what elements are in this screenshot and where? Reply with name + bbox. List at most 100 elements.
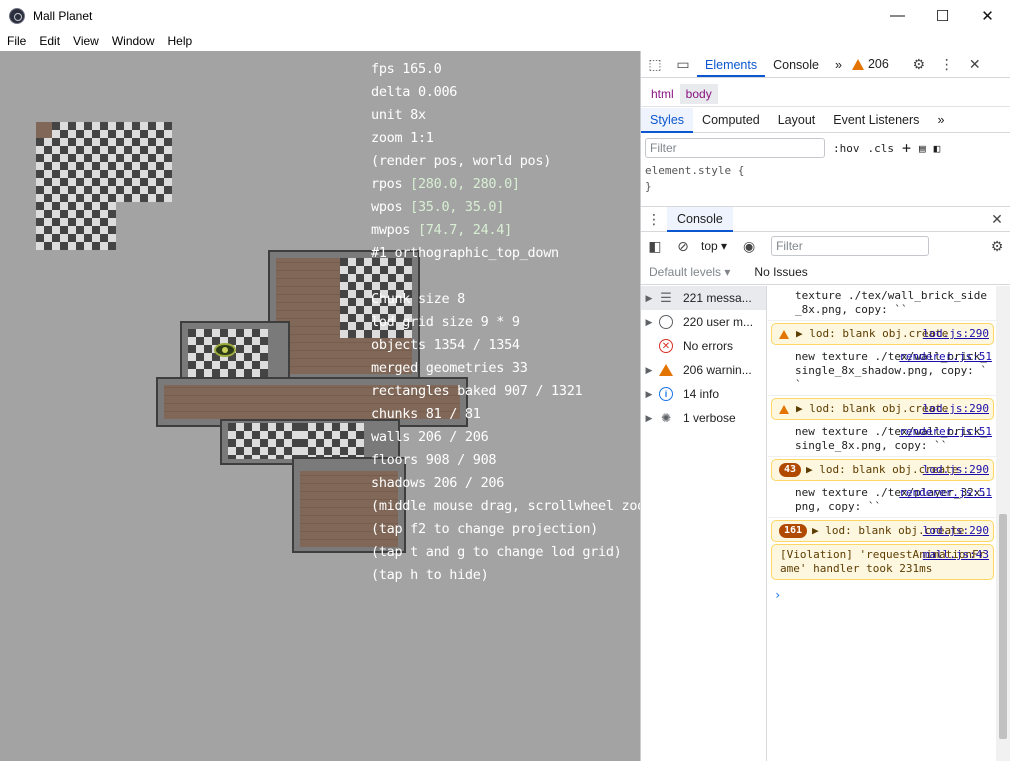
window-title: Mall Planet xyxy=(33,8,93,23)
sidebar-item[interactable]: ▶ i 14 info xyxy=(641,382,766,406)
gear-icon[interactable]: ⚙ xyxy=(983,233,1010,259)
source-link[interactable]: lod.js:290 xyxy=(923,327,989,341)
lod-chunk xyxy=(36,202,116,250)
maximize-button[interactable]: ☐ xyxy=(920,0,965,31)
bug-icon: ✺ xyxy=(660,411,672,425)
sidebar-item[interactable]: ▶ ☰ 221 messa... xyxy=(641,286,766,310)
tab-computed[interactable]: Computed xyxy=(693,108,769,133)
gear-icon[interactable]: ⚙ xyxy=(905,51,933,77)
tab-event-listeners[interactable]: Event Listeners xyxy=(824,108,928,133)
sidebar-item[interactable]: ▶ ✺ 1 verbose xyxy=(641,406,766,430)
menu-window[interactable]: Window xyxy=(105,34,161,48)
close-drawer-icon[interactable]: ✕ xyxy=(983,206,1010,232)
user-icon xyxy=(657,314,675,330)
caret-icon: ▶ xyxy=(645,364,653,375)
console-scrollbar[interactable] xyxy=(996,286,1010,761)
sidebar-item[interactable]: ✕ No errors xyxy=(641,334,766,358)
message-text: texture ./tex/wall_brick_side_8x.png, co… xyxy=(795,289,988,316)
menu-bar: File Edit View Window Help xyxy=(0,31,1010,51)
warning-icon xyxy=(779,330,789,339)
device-toggle-icon[interactable]: ▭ xyxy=(669,51,697,77)
overlay-line: (tap h to hide) xyxy=(371,567,489,583)
menu-view[interactable]: View xyxy=(66,34,105,48)
console-message[interactable]: 161 lod.js:290 ▶ lod: blank obj.create xyxy=(771,520,994,542)
error-icon: ✕ xyxy=(657,338,675,354)
source-link[interactable]: renderer.js:51 xyxy=(899,350,992,364)
overlay-line: (render pos, world pos) xyxy=(371,153,552,169)
overlay-label: wpos xyxy=(371,199,411,215)
paint-icon[interactable]: ▤ xyxy=(919,142,926,155)
sidebar-item[interactable]: ▶ 220 user m... xyxy=(641,310,766,334)
source-link[interactable]: mall.js:43 xyxy=(923,548,989,562)
overlay-line: rpos [280.0, 280.0] xyxy=(371,173,640,196)
hov-button[interactable]: :hov xyxy=(833,142,860,155)
console-message[interactable]: renderer.js:51 new texture ./tex/wall_bri… xyxy=(768,422,996,457)
close-button[interactable]: ✕ xyxy=(965,0,1010,31)
console-message[interactable]: texture ./tex/wall_brick_side_8x.png, co… xyxy=(768,286,996,321)
inspect-icon[interactable]: ⬚ xyxy=(641,51,669,77)
title-bar: Mall Planet — ☐ ✕ xyxy=(0,0,1010,31)
tab-styles[interactable]: Styles xyxy=(641,107,694,133)
drawer-header: ⋮ Console ✕ xyxy=(641,206,1010,232)
scrollbar-thumb[interactable] xyxy=(999,514,1007,739)
menu-edit[interactable]: Edit xyxy=(32,34,66,48)
menu-help[interactable]: Help xyxy=(161,34,199,48)
source-link[interactable]: lod.js:290 xyxy=(923,402,989,416)
warnings-counter[interactable]: 206 xyxy=(851,57,889,71)
context-selector[interactable]: top ▾ xyxy=(701,239,727,253)
source-link[interactable]: lod.js:290 xyxy=(923,463,989,477)
crumb-html[interactable]: html xyxy=(645,84,680,104)
sidebar-toggle-icon[interactable]: ◧ xyxy=(934,142,941,155)
sidebar-item-label: 1 verbose xyxy=(683,411,736,425)
more-tabs-button[interactable]: » xyxy=(827,51,850,77)
issues-status[interactable]: No Issues xyxy=(754,265,807,279)
console-filter-input[interactable]: Filter xyxy=(771,236,930,256)
overlay-line: fps 165.0 xyxy=(371,61,442,77)
source-link[interactable]: lod.js:290 xyxy=(923,524,989,538)
overlay-line: zoom 1:1 xyxy=(371,130,434,146)
console-message[interactable]: renderer.js:51 new texture ./tex/wall_bri… xyxy=(768,347,996,396)
console-prompt[interactable]: › xyxy=(768,582,996,608)
overlay-value: [74.7, 24.4] xyxy=(417,222,512,238)
menu-file[interactable]: File xyxy=(0,34,32,48)
warning-icon xyxy=(657,362,675,378)
overlay-line: Chunk size 8 xyxy=(371,291,465,307)
overlay-line: lod grid size 9 * 9 xyxy=(371,314,520,330)
tab-console-drawer[interactable]: Console xyxy=(667,206,733,232)
kebab-menu-icon[interactable]: ⋮ xyxy=(933,51,961,77)
overlay-line: delta 0.006 xyxy=(371,84,458,100)
more-subtabs-button[interactable]: » xyxy=(928,108,953,133)
clear-console-icon[interactable]: ⊘ xyxy=(669,233,697,259)
console-message[interactable]: renderer.js:51 new texture ./tex/player_3… xyxy=(768,483,996,518)
drawer-menu-icon[interactable]: ⋮ xyxy=(641,206,667,232)
warnings-count: 206 xyxy=(867,57,889,71)
minimize-button[interactable]: — xyxy=(875,0,920,31)
debug-overlay: fps 165.0 delta 0.006 unit 8x zoom 1:1 (rend… xyxy=(371,58,640,587)
levels-dropdown[interactable]: Default levels ▾ xyxy=(649,265,730,279)
sidebar-item[interactable]: ▶ 206 warnin... xyxy=(641,358,766,382)
tab-layout[interactable]: Layout xyxy=(769,108,825,133)
sidebar-item-label: 221 messa... xyxy=(683,291,752,305)
close-devtools-icon[interactable]: ✕ xyxy=(961,51,989,77)
add-rule-icon[interactable]: + xyxy=(902,139,911,157)
context-value: top xyxy=(701,239,718,253)
caret-icon: ▶ xyxy=(645,292,653,303)
window-controls: — ☐ ✕ xyxy=(875,0,1010,31)
cls-button[interactable]: .cls xyxy=(868,142,895,155)
crumb-body[interactable]: body xyxy=(679,84,718,104)
source-link[interactable]: renderer.js:51 xyxy=(899,486,992,500)
console-message[interactable]: mall.js:43 [Violation] 'requestAnimationF… xyxy=(771,544,994,580)
game-viewport[interactable]: fps 165.0 delta 0.006 unit 8x zoom 1:1 (rend… xyxy=(0,51,640,761)
overlay-line: shadows 206 / 206 xyxy=(371,475,505,491)
sidebar-toggle-icon[interactable]: ◧ xyxy=(641,233,669,259)
caret-icon: ▶ xyxy=(645,412,653,423)
tab-console[interactable]: Console xyxy=(765,51,827,77)
console-message[interactable]: 43 lod.js:290 ▶ lod: blank obj.create xyxy=(771,459,994,481)
source-link[interactable]: renderer.js:51 xyxy=(899,425,992,439)
console-message[interactable]: lod.js:290 ▶ lod: blank obj.create xyxy=(771,323,994,345)
sidebar-item-label: 220 user m... xyxy=(683,315,754,329)
tab-elements[interactable]: Elements xyxy=(697,51,766,77)
styles-filter-input[interactable]: Filter xyxy=(645,138,825,158)
eye-icon[interactable]: ◉ xyxy=(735,233,763,259)
console-message[interactable]: lod.js:290 ▶ lod: blank obj.create xyxy=(771,398,994,420)
